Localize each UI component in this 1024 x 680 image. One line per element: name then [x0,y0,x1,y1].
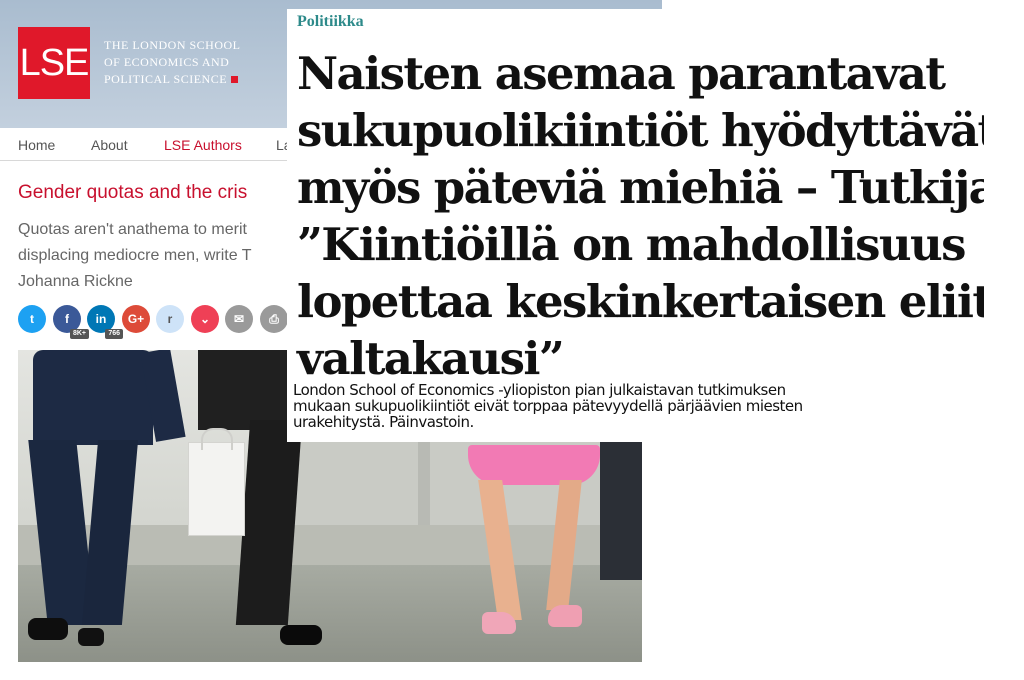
clipping-category[interactable]: Politiikka [297,13,364,31]
share-count: 8K+ [69,329,89,339]
nav-about[interactable]: About [91,137,128,153]
lse-name-line: THE LONDON SCHOOL [104,38,241,52]
email-icon[interactable]: ✉ [225,305,253,333]
reddit-icon[interactable]: r [156,305,184,333]
lead-line: mukaan sukupuolikiintiöt eivät torppaa p… [293,397,803,415]
headline-line: valtakausi” [297,332,565,385]
lse-name-line: OF ECONOMICS AND [104,55,230,69]
lse-name-line: POLITICAL SCIENCE [104,72,228,86]
lse-institution-name: THE LONDON SCHOOL OF ECONOMICS AND POLIT… [104,37,241,88]
twitter-icon[interactable]: t [18,305,46,333]
pocket-icon[interactable]: ⌄ [191,305,219,333]
googleplus-icon[interactable]: G+ [122,305,150,333]
facebook-icon[interactable]: f 8K+ [53,305,89,339]
article-title[interactable]: Gender quotas and the cris [18,182,247,204]
lead-line: London School of Economics -yliopiston p… [293,381,786,399]
logo-square-icon [231,76,239,83]
print-icon[interactable]: ⎙ [260,305,288,333]
headline-line: sukupuolikiintiöt hyödyttävät [297,104,984,157]
nav-home[interactable]: Home [18,137,55,153]
linkedin-icon[interactable]: in 766 [87,305,123,339]
headline-line: Naisten asemaa parantavat [297,47,946,100]
share-count: 766 [105,329,123,339]
lead-line: urakehitystä. Päinvastoin. [293,413,474,431]
headline-line: lopettaa keskinkertaisen eliitin [297,275,984,328]
headline-line: myös päteviä miehiä – Tutkijat: [297,161,984,214]
headline-line: ”Kiintiöillä on mahdollisuus [297,218,966,271]
clipping-lead: London School of Economics -yliopiston p… [293,382,973,430]
nav-lse-authors[interactable]: LSE Authors [164,137,242,153]
clipping-headline: Naisten asemaa parantavat sukupuolikiint… [297,45,984,387]
newspaper-clipping: Politiikka Naisten asemaa parantavat suk… [287,9,984,442]
lse-logo[interactable]: LSE [18,27,90,99]
